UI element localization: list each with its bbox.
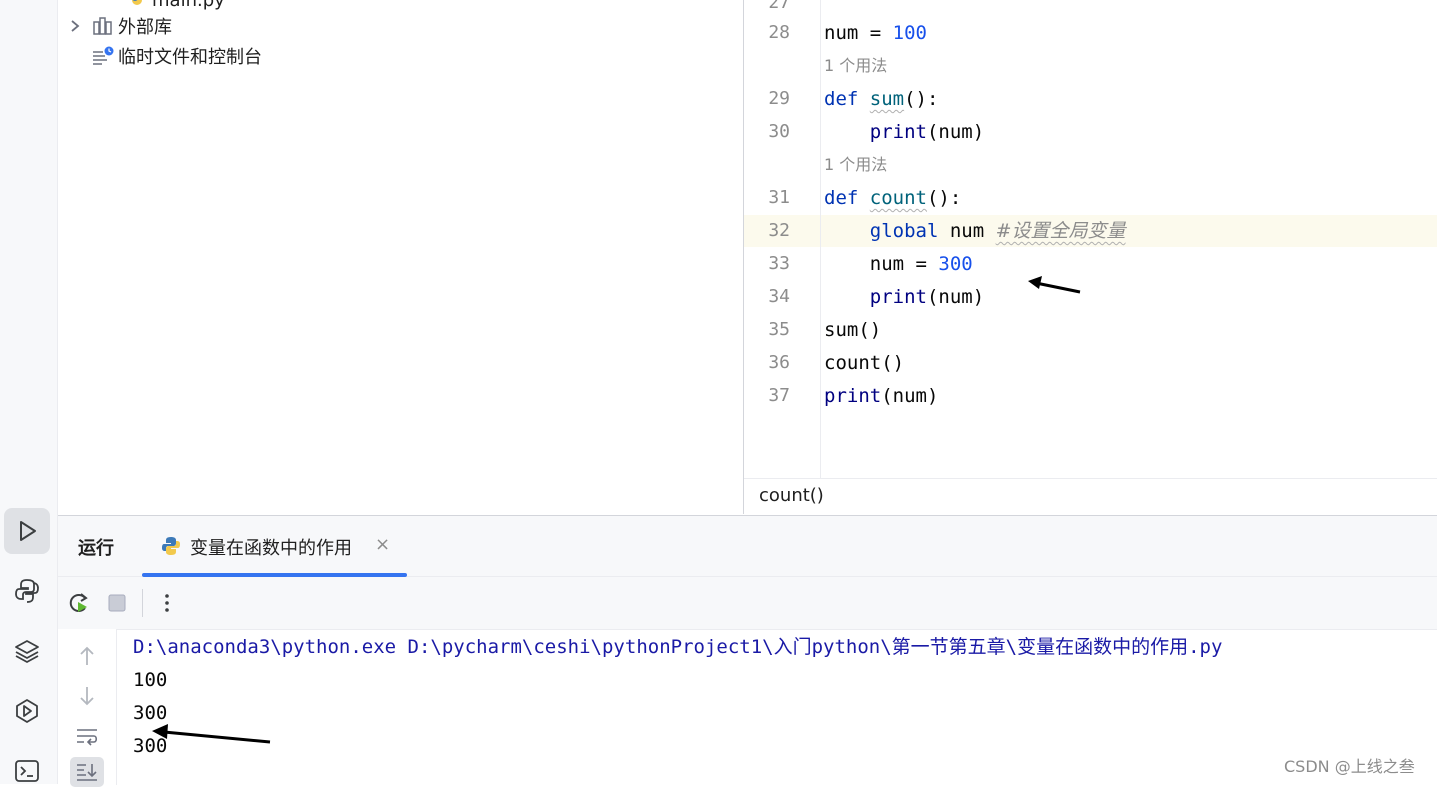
- more-vertical-icon: [165, 594, 169, 612]
- toolbar-divider: [142, 589, 143, 617]
- code-line[interactable]: num = 100: [824, 18, 927, 48]
- stop-icon: [108, 594, 126, 612]
- rerun-button[interactable]: [65, 590, 91, 616]
- line-number: 32: [768, 220, 790, 241]
- layers-tool-button[interactable]: [4, 628, 50, 674]
- code-line[interactable]: print(num): [824, 282, 984, 312]
- soft-wrap-icon: [77, 729, 98, 746]
- code-line[interactable]: count(): [824, 348, 904, 378]
- code-line[interactable]: num = 300: [824, 249, 973, 279]
- arrow-up-icon: [80, 646, 94, 665]
- python-console-icon: [15, 579, 39, 603]
- arrow-down-icon: [80, 687, 94, 706]
- run-panel-title: 运行: [78, 538, 114, 559]
- scroll-to-end-button[interactable]: [70, 757, 104, 787]
- line-number: 34: [768, 286, 790, 307]
- run-panel-header: 运行 变量在函数中的作用 ×: [58, 516, 1437, 577]
- scroll-up-button[interactable]: [70, 641, 104, 671]
- line-number: 29: [768, 88, 790, 109]
- tree-item-scratches[interactable]: 临时文件和控制台: [92, 42, 262, 70]
- usage-hint[interactable]: 1 个用法: [824, 53, 887, 79]
- watermark: CSDN @上线之叁: [1284, 757, 1415, 776]
- line-number: 35: [768, 319, 790, 340]
- run-config-tab[interactable]: 变量在函数中的作用 ×: [142, 516, 407, 577]
- line-number: 33: [768, 253, 790, 274]
- line-number: 31: [768, 187, 790, 208]
- line-number: 28: [768, 22, 790, 43]
- more-options-button[interactable]: [154, 590, 180, 616]
- code-line[interactable]: sum(): [824, 315, 881, 345]
- breadcrumb-bar: count(): [744, 478, 1437, 515]
- scroll-to-end-icon: [77, 764, 97, 781]
- python-file-icon: [126, 0, 148, 11]
- tree-item-external-libraries[interactable]: 外部库: [66, 12, 172, 40]
- line-number: 27: [768, 0, 790, 13]
- terminal-tool-button[interactable]: [4, 748, 50, 794]
- code-line[interactable]: def count():: [824, 183, 961, 213]
- close-icon[interactable]: ×: [375, 534, 390, 555]
- line-number: 30: [768, 121, 790, 142]
- run-toolbar: [58, 577, 1437, 630]
- console-command-line: D:\anaconda3\python.exe D:\pycharm\ceshi…: [133, 636, 1223, 658]
- console-side-toolbar: [58, 629, 117, 787]
- library-icon: [92, 15, 114, 37]
- tree-item-label: main.py: [152, 0, 225, 11]
- line-number-gutter: 27 28 29 30 31 32 33 34 35 36 37: [744, 0, 821, 478]
- console-output[interactable]: D:\anaconda3\python.exe D:\pycharm\ceshi…: [133, 629, 1433, 785]
- scratches-icon: [92, 45, 114, 67]
- stop-button[interactable]: [104, 590, 130, 616]
- run-icon: [20, 521, 36, 541]
- services-icon: [16, 699, 38, 723]
- scroll-down-button[interactable]: [70, 681, 104, 711]
- annotation-arrow: [1028, 276, 1081, 294]
- line-number: 37: [768, 385, 790, 406]
- run-tool-button[interactable]: [4, 508, 50, 554]
- project-tree: main.py 外部库 临时文件和控制台: [58, 0, 742, 514]
- code-editor[interactable]: 27 28 29 30 31 32 33 34 35 36 37 num = 1…: [743, 0, 1437, 515]
- python-console-tool-button[interactable]: [4, 568, 50, 614]
- usage-hint[interactable]: 1 个用法: [824, 152, 887, 178]
- rerun-icon: [69, 593, 88, 612]
- layers-icon: [15, 640, 39, 663]
- chevron-right-icon[interactable]: [66, 17, 84, 35]
- line-number: 36: [768, 352, 790, 373]
- code-line[interactable]: global num #设置全局变量: [824, 216, 1126, 246]
- annotation-arrow: [152, 724, 271, 744]
- python-icon: [160, 535, 182, 557]
- code-line[interactable]: def sum():: [824, 84, 938, 114]
- run-tab-label: 变量在函数中的作用: [190, 538, 352, 559]
- tree-item-label: 临时文件和控制台: [118, 47, 262, 68]
- breadcrumb[interactable]: count(): [759, 485, 824, 506]
- terminal-icon: [15, 760, 39, 782]
- tree-item-label: 外部库: [118, 17, 172, 38]
- soft-wrap-button[interactable]: [70, 721, 104, 751]
- code-line[interactable]: print(num): [824, 381, 938, 411]
- code-line[interactable]: print(num): [824, 117, 984, 147]
- left-tool-strip: [0, 0, 58, 784]
- console-output-line: 100: [133, 669, 168, 691]
- services-tool-button[interactable]: [4, 688, 50, 734]
